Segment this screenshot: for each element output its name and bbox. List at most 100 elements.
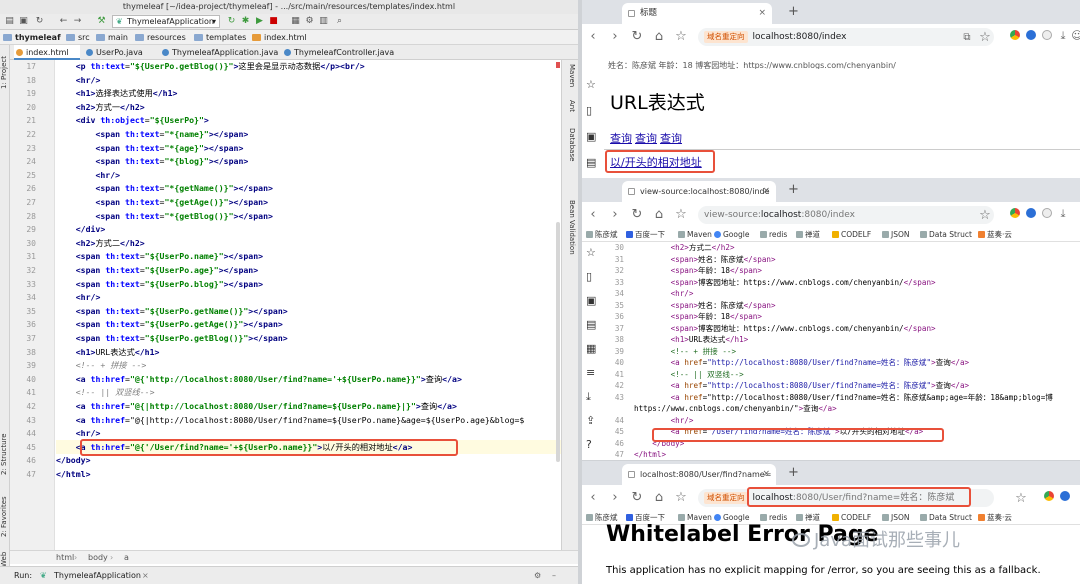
extension-icon[interactable] [1042, 30, 1052, 40]
new-tab-icon[interactable]: + [788, 182, 799, 197]
share-icon[interactable]: ⇪ [586, 414, 595, 427]
close-icon[interactable]: × [142, 567, 149, 584]
close-icon[interactable]: × [762, 464, 770, 485]
grid-icon[interactable]: ▦ [586, 342, 596, 355]
structure-icon[interactable]: ▦ [290, 16, 301, 27]
forward-arrow-icon[interactable]: → [72, 16, 83, 27]
breadcrumb-project[interactable]: thymeleaf [3, 30, 61, 45]
settings-icon[interactable]: ⚙ [304, 16, 315, 27]
bookmark-item[interactable]: redis [760, 228, 787, 242]
back-arrow-icon[interactable]: ‹ [586, 29, 600, 44]
breadcrumb-main[interactable]: main [96, 30, 128, 45]
address-bar[interactable]: view-source:localhost:8080/index [698, 206, 994, 224]
browser-tab[interactable]: localhost:8080/User/find?name= × [622, 464, 776, 485]
rerun-icon[interactable]: ↻ [226, 16, 237, 27]
profile-icon[interactable]: ☺ [1070, 29, 1080, 42]
web-tool-tab[interactable]: Web [0, 547, 10, 567]
bookmark-item[interactable]: 禅道 [796, 228, 820, 242]
database-tool-tab[interactable]: Database [565, 128, 576, 172]
reload-icon[interactable]: ↻ [630, 207, 644, 222]
bookmark-item[interactable]: 蓝奏·云 [978, 511, 1012, 525]
sync-icon[interactable]: ↻ [34, 16, 45, 27]
bookmark-item[interactable]: Data Struct [920, 511, 972, 525]
star-icon[interactable]: ☆ [586, 78, 596, 91]
query-link[interactable]: 查询 [610, 132, 632, 145]
bookmark-star-icon[interactable]: ☆ [674, 490, 688, 505]
star-icon[interactable]: ☆ [978, 30, 992, 45]
status-path-html[interactable]: html [56, 551, 74, 565]
breadcrumb-templates[interactable]: templates [194, 30, 246, 45]
extension-icon[interactable] [1010, 208, 1020, 218]
gear-icon[interactable]: ⚙ [534, 567, 541, 584]
back-arrow-icon[interactable]: ‹ [586, 490, 600, 505]
download-icon[interactable]: ⤓ [586, 390, 591, 404]
bookmark-item[interactable]: Google [714, 228, 749, 242]
document-icon[interactable]: ▤ [586, 318, 596, 331]
forward-arrow-icon[interactable]: › [608, 490, 622, 505]
home-icon[interactable]: ⌂ [652, 29, 666, 44]
ant-tool-tab[interactable]: Ant [565, 100, 576, 122]
bookmark-item[interactable]: JSON [882, 511, 910, 525]
clipboard-icon[interactable]: ▣ [586, 294, 596, 307]
clipboard-icon[interactable]: ▣ [586, 130, 596, 143]
breadcrumb-file[interactable]: index.html [252, 30, 307, 45]
address-bar[interactable]: 域名重定向 localhost:8080/index [698, 28, 994, 46]
book-icon[interactable]: ▯ [586, 270, 592, 283]
translate-icon[interactable]: ⧉ [960, 32, 974, 43]
document-icon[interactable]: ▤ [586, 156, 596, 169]
star-icon[interactable]: ☆ [586, 246, 596, 259]
download-icon[interactable]: ⤓ [1056, 207, 1070, 221]
extension-icon[interactable] [1026, 30, 1036, 40]
tab-userpo-java[interactable]: UserPo.java [84, 45, 156, 60]
reload-icon[interactable]: ↻ [630, 490, 644, 505]
structure-tool-tab[interactable]: 2: Structure [0, 423, 10, 475]
status-path-a[interactable]: a [124, 551, 129, 565]
close-icon[interactable]: × [758, 3, 766, 24]
breadcrumb-resources[interactable]: resources [135, 30, 186, 45]
home-icon[interactable]: ⌂ [652, 207, 666, 222]
query-link[interactable]: 查询 [635, 132, 657, 145]
new-tab-icon[interactable]: + [788, 4, 799, 19]
new-tab-icon[interactable]: + [788, 465, 799, 480]
star-icon[interactable]: ☆ [978, 208, 992, 223]
debug-icon[interactable]: ✱ [240, 16, 251, 27]
bean-validation-tool-tab[interactable]: Bean Validation [565, 200, 576, 270]
breadcrumb-src[interactable]: src [66, 30, 90, 45]
home-icon[interactable]: ⌂ [652, 490, 666, 505]
download-icon[interactable]: ⤓ [1056, 29, 1070, 43]
stop-icon[interactable]: ■ [268, 16, 279, 27]
close-icon[interactable]: × [762, 181, 770, 202]
back-arrow-icon[interactable]: ‹ [586, 207, 600, 222]
editor-scrollbar[interactable] [556, 62, 560, 542]
run-configuration-select[interactable]: ❦ ThymeleafApplication ▾ [112, 15, 220, 28]
extension-icon[interactable] [1026, 208, 1036, 218]
search-icon[interactable]: ⌕ [334, 16, 345, 27]
forward-arrow-icon[interactable]: › [608, 29, 622, 44]
tab-thymeleaf-controller[interactable]: ThymeleafController.java [282, 45, 394, 60]
tab-index-html[interactable]: index.html [14, 45, 80, 60]
bookmark-item[interactable]: 蓝奏·云 [978, 228, 1012, 242]
bookmark-item[interactable]: JSON [882, 228, 910, 242]
extension-icon[interactable] [1044, 491, 1054, 501]
bookmark-item[interactable]: Maven [678, 228, 712, 242]
book-icon[interactable]: ▯ [586, 104, 592, 117]
bookmark-star-icon[interactable]: ☆ [674, 207, 688, 222]
bookmark-item[interactable]: CODELF [832, 228, 871, 242]
minimize-icon[interactable]: – [552, 567, 556, 584]
browser-tab[interactable]: 标题 × [622, 3, 772, 24]
save-icon[interactable]: ▣ [18, 16, 29, 27]
project-tool-tab[interactable]: 1: Project [0, 49, 10, 89]
star-icon[interactable]: ☆ [1014, 491, 1028, 506]
coverage-icon[interactable]: ▶ [254, 16, 265, 27]
bookmark-item[interactable]: 百度一下 [626, 228, 665, 242]
maven-tool-tab[interactable]: Maven [565, 64, 576, 94]
list-icon[interactable]: ≡ [586, 366, 595, 379]
status-path-body[interactable]: body [88, 551, 108, 565]
project-structure-icon[interactable]: ▥ [318, 16, 329, 27]
hammer-icon[interactable]: ⚒ [96, 16, 107, 27]
back-arrow-icon[interactable]: ← [58, 16, 69, 27]
code-editor[interactable]: <p th:text="${UserPo.getBlog()}">这里会是显示动… [56, 60, 561, 550]
reload-icon[interactable]: ↻ [630, 29, 644, 44]
scroll-thumb[interactable] [556, 222, 560, 462]
favorites-tool-tab[interactable]: 2: Favorites [0, 489, 10, 537]
